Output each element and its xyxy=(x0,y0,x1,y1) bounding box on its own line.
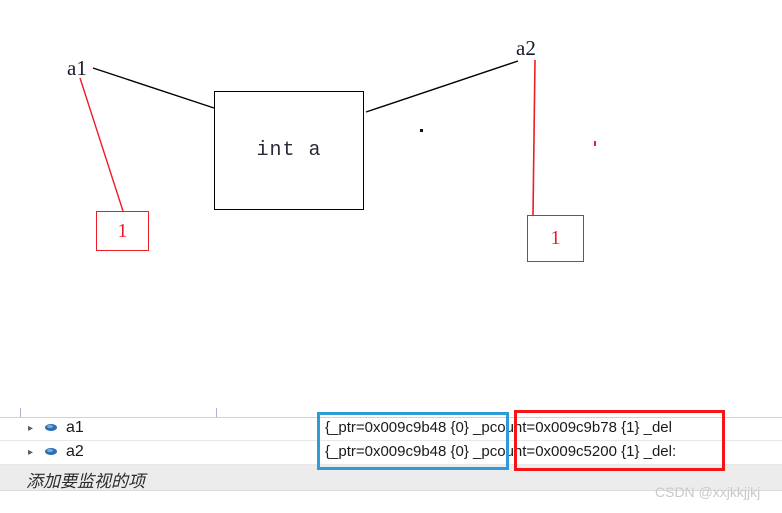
refcount-line-a2 xyxy=(532,59,536,216)
watch-row-name[interactable]: a1 xyxy=(66,419,84,437)
shared-object-box: int a xyxy=(214,91,364,210)
leader-line-object-to-a2 xyxy=(365,60,519,113)
refcount-line-a1 xyxy=(79,77,124,212)
add-watch-placeholder[interactable]: 添加要监视的项 xyxy=(26,467,145,492)
expander-chevron-icon[interactable]: ▸ xyxy=(28,422,37,435)
field-oval-icon xyxy=(45,424,57,433)
expander-chevron-icon[interactable]: ▸ xyxy=(28,446,37,459)
field-oval-icon xyxy=(45,448,57,457)
watch-row-value[interactable]: {_ptr=0x009c9b48 {0} _pcount=0x009c5200 … xyxy=(325,443,676,460)
pointer-diagram: a1 a2 int a 1 1 xyxy=(0,0,782,400)
leader-line-a1-to-object xyxy=(92,67,215,109)
shared-object-label: int a xyxy=(256,139,322,162)
watermark: CSDN @xxjkkjjkj xyxy=(655,484,761,500)
diagram-label-a1: a1 xyxy=(67,56,87,80)
diagram-label-a2: a2 xyxy=(516,36,536,60)
stray-ink-dot-black xyxy=(420,129,423,132)
column-separator-name[interactable] xyxy=(20,408,21,417)
refcount-box-a1: 1 xyxy=(96,211,149,251)
stray-ink-dot-red xyxy=(594,141,596,146)
table-row[interactable]: ▸ a2 {_ptr=0x009c9b48 {0} _pcount=0x009c… xyxy=(0,441,782,465)
watch-row-value[interactable]: {_ptr=0x009c9b48 {0} _pcount=0x009c9b78 … xyxy=(325,419,672,436)
table-row[interactable]: ▸ a1 {_ptr=0x009c9b48 {0} _pcount=0x009c… xyxy=(0,417,782,441)
refcount-box-a2: 1 xyxy=(527,215,584,262)
column-separator-value[interactable] xyxy=(216,408,217,417)
watch-row-name[interactable]: a2 xyxy=(66,443,84,461)
diagram-connectors xyxy=(79,59,536,216)
